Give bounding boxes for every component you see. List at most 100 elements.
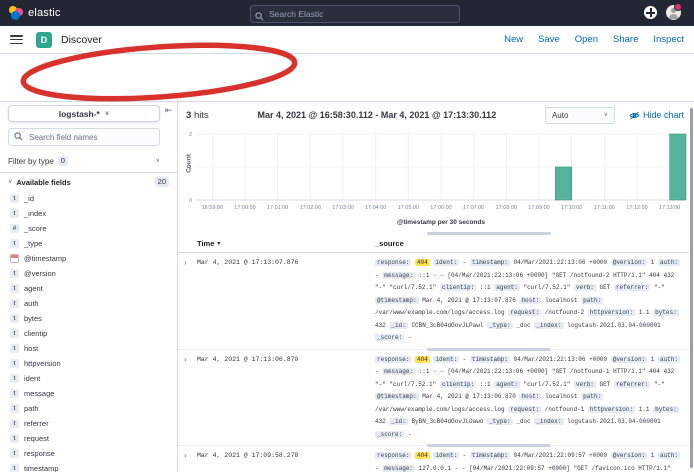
brand-name: elastic [28,7,61,19]
source-field-badge: request: [508,406,541,413]
search-icon [255,8,264,26]
x-tick-label: 17:11:00 [594,205,615,211]
x-tick-label: 17:07:00 [463,205,484,211]
field-name: _id [24,194,34,203]
source-field-badge: _index: [534,322,563,329]
field-item-_score[interactable]: #_score [0,221,177,236]
source-field-badge: bytes: [653,309,679,316]
source-field-badge: _index: [534,418,563,425]
field-item-request[interactable]: trequest [0,431,177,446]
x-tick-label: 17:12:00 [626,205,647,211]
field-item-_id[interactable]: t_id [0,191,177,206]
user-avatar[interactable] [666,5,681,20]
string-field-icon: t [10,284,19,293]
field-item-referrer[interactable]: treferrer [0,416,177,431]
field-name: message [24,389,54,398]
action-new[interactable]: New [504,34,523,45]
source-field-badge: ident: [433,259,459,266]
source-field-badge: timestamp: [470,452,510,459]
expand-row-icon[interactable]: › [184,257,197,345]
field-item-@version[interactable]: t@version [0,266,177,281]
source-value: 04/Mar/2021:22:09:57 +0000 [514,452,608,459]
field-search-input[interactable] [27,132,154,143]
source-field-badge: @version: [611,259,647,266]
field-item-host[interactable]: thost [0,341,177,356]
field-item-httpversion[interactable]: thttpversion [0,356,177,371]
hits-bar: 3 hits Mar 4, 2021 @ 16:58:30.112 - Mar … [178,102,684,128]
interval-value: Auto [552,111,568,120]
histogram-svg: 01216:59:0017:00:0017:01:0017:02:0017:03… [186,130,688,230]
expand-row-icon[interactable]: › [184,450,197,472]
time-column-header[interactable]: Time ▾ [197,239,375,248]
help-icon[interactable] [644,6,657,19]
action-inspect[interactable]: Inspect [653,34,684,45]
source-value: - [463,259,467,266]
histogram-bar[interactable] [670,134,686,200]
source-value: 432 [375,418,386,425]
field-item-path[interactable]: tpath [0,401,177,416]
index-pattern-selector[interactable]: logstash-* ∨ [8,105,160,122]
source-value: localhost [545,393,577,400]
field-item-response[interactable]: t response [0,446,177,461]
source-field-badge: @timestamp: [375,297,419,304]
search-icon [14,128,23,146]
doc-source-cell: response: 404 ident: - timestamp: 04/Mar… [375,257,689,345]
field-item-_index[interactable]: t_index [0,206,177,221]
source-value: GET [600,284,611,291]
available-fields-header[interactable]: ∨ Available fields 20 [8,177,169,187]
filter-by-type-button[interactable]: Filter by type 0 ∨ [8,153,160,169]
string-field-icon: t [10,449,19,458]
field-item-agent[interactable]: tagent [0,281,177,296]
field-name: ident [24,374,40,383]
field-name: httpversion [24,359,61,368]
field-name: host [24,344,38,353]
action-open[interactable]: Open [575,34,598,45]
collapse-sidebar-icon[interactable]: ⇤ [165,106,173,115]
highlighted-value: 404 [415,452,430,459]
elastic-logo[interactable]: elastic [9,6,61,20]
page-title: Discover [61,34,102,46]
source-value: - [408,431,412,438]
field-item-bytes[interactable]: tbytes [0,311,177,326]
source-value: - [375,465,379,472]
field-item-_type[interactable]: t_type [0,236,177,251]
hits-count: 3 hits [186,110,209,121]
x-tick-label: 17:09:00 [528,205,549,211]
source-field-badge: verb: [574,284,596,291]
field-item-ident[interactable]: tident [0,371,177,386]
field-item-auth[interactable]: tauth [0,296,177,311]
x-tick-label: 17:01:00 [267,205,288,211]
action-save[interactable]: Save [538,34,560,45]
field-item-clientip[interactable]: tclientip [0,326,177,341]
field-name: response [24,449,55,458]
source-field-badge: _score: [375,431,404,438]
source-value: _doc [516,418,530,425]
field-item-timestamp[interactable]: ttimestamp [0,461,177,472]
source-field-badge: response: [375,452,411,459]
field-item-@timestamp[interactable]: @timestamp [0,251,177,266]
interval-select[interactable]: Auto ∨ [545,107,615,124]
string-field-icon: t [10,329,19,338]
space-badge[interactable]: D [36,32,52,48]
horizontal-scrollbar-thumb[interactable] [427,232,551,235]
field-item-message[interactable]: tmessage [0,386,177,401]
source-value: "-" [654,284,665,291]
doc-source-cell: response: 404 ident: - timestamp: 04/Mar… [375,354,689,442]
source-field-badge: clientip: [440,381,476,388]
time-range-display: Mar 4, 2021 @ 16:58:30.112 - Mar 4, 2021… [217,110,537,120]
source-field-badge: host: [519,393,541,400]
hide-chart-button[interactable]: Hide chart [629,110,684,120]
string-field-icon: t [10,269,19,278]
source-field-badge: path: [581,393,603,400]
field-name: _index [24,209,46,218]
field-name: path [24,404,39,413]
kibana-discover-page: elastic D Discover New Save Open Share Inspe… [0,0,694,472]
action-share[interactable]: Share [613,34,638,45]
doc-table-row: ›Mar 4, 2021 @ 17:09:58.278response: 404… [178,446,689,472]
global-search-input[interactable] [250,5,460,23]
menu-icon[interactable] [10,35,23,44]
vertical-scrollbar[interactable] [690,108,693,468]
histogram-bar[interactable] [555,167,571,200]
expand-row-icon[interactable]: › [184,354,197,442]
doc-table-row: ›Mar 4, 2021 @ 17:13:07.876response: 404… [178,253,689,350]
